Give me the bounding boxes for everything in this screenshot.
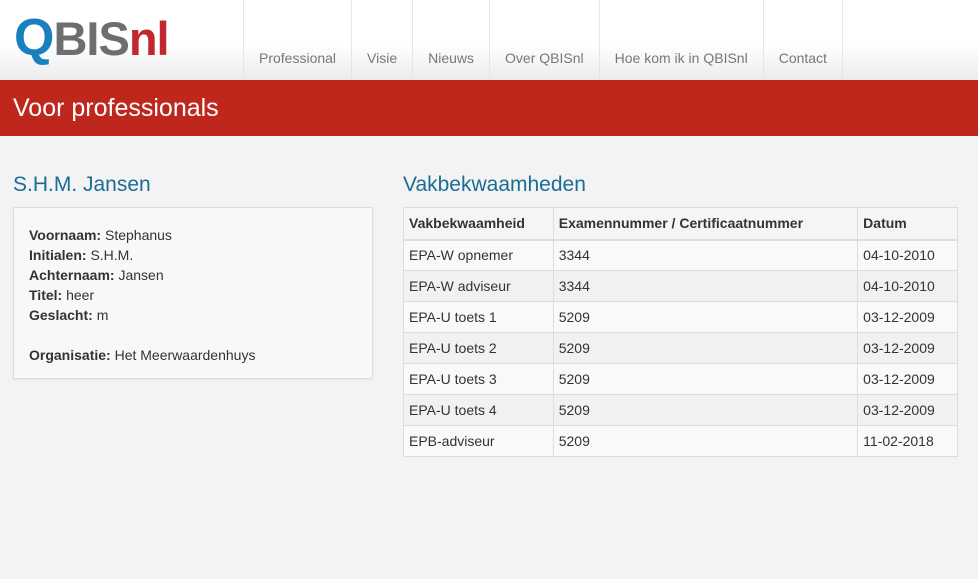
table-cell: 5209 — [552, 394, 859, 426]
field-value: S.H.M. — [90, 247, 134, 263]
logo-q: Q — [14, 9, 54, 67]
field-value: Jansen — [118, 267, 164, 283]
nav-professional[interactable]: Professional — [243, 0, 351, 80]
logo-bis: BIS — [53, 12, 129, 65]
table-row: EPA-U toets 2 5209 03-12-2009 — [403, 332, 958, 364]
table-cell: EPA-U toets 1 — [403, 301, 554, 333]
table-cell: EPA-U toets 3 — [403, 363, 554, 395]
field-value: m — [96, 307, 109, 323]
field-voornaam: Voornaam: Stephanus — [29, 225, 357, 245]
field-geslacht: Geslacht: m — [29, 305, 357, 325]
table-cell: EPB-adviseur — [403, 425, 554, 457]
table-row: EPA-U toets 4 5209 03-12-2009 — [403, 394, 958, 426]
table-cell: 03-12-2009 — [857, 301, 958, 333]
table-cell: 3344 — [552, 270, 859, 302]
field-value: heer — [66, 287, 95, 303]
table-cell: 03-12-2009 — [857, 332, 958, 364]
nav-visie[interactable]: Visie — [351, 0, 412, 80]
table-header-row: Vakbekwaamheid Examennummer / Certificaa… — [403, 207, 958, 241]
column-header-datum: Datum — [857, 207, 958, 241]
table-cell: 5209 — [552, 301, 859, 333]
table-cell: 04-10-2010 — [857, 270, 958, 302]
field-label: Titel: — [29, 287, 63, 303]
table-cell: 5209 — [552, 425, 859, 457]
field-value: Stephanus — [104, 227, 172, 243]
table-row: EPA-U toets 3 5209 03-12-2009 — [403, 363, 958, 395]
nav-over-qbisnl[interactable]: Over QBISnl — [489, 0, 599, 80]
column-header-vakbekwaamheid: Vakbekwaamheid — [403, 207, 554, 241]
main-nav: Professional Visie Nieuws Over QBISnl Ho… — [243, 0, 843, 80]
nav-hoe-kom-ik-in[interactable]: Hoe kom ik in QBISnl — [598, 0, 763, 80]
field-label: Achternaam: — [29, 267, 115, 283]
site-header: QBISnl Professional Visie Nieuws Over QB… — [0, 0, 978, 80]
table-row: EPA-U toets 1 5209 03-12-2009 — [403, 301, 958, 333]
table-cell: 03-12-2009 — [857, 363, 958, 395]
skills-heading: Vakbekwaamheden — [403, 173, 586, 196]
field-initialen: Initialen: S.H.M. — [29, 245, 357, 265]
table-row: EPA-W opnemer 3344 04-10-2010 — [403, 239, 958, 271]
table-cell: 04-10-2010 — [857, 239, 958, 271]
table-cell: 5209 — [552, 332, 859, 364]
field-label: Initialen: — [29, 247, 87, 263]
table-cell: 03-12-2009 — [857, 394, 958, 426]
table-cell: 11-02-2018 — [857, 425, 958, 457]
page-banner: Voor professionals — [0, 80, 978, 136]
field-achternaam: Achternaam: Jansen — [29, 265, 357, 285]
person-details-panel: Voornaam: Stephanus Initialen: S.H.M. Ac… — [13, 207, 373, 379]
nav-contact[interactable]: Contact — [762, 0, 843, 80]
page-title: Voor professionals — [13, 94, 219, 122]
table-cell: EPA-U toets 2 — [403, 332, 554, 364]
field-titel: Titel: heer — [29, 285, 357, 305]
field-label: Voornaam: — [29, 227, 102, 243]
field-value: Het Meerwaardenhuys — [114, 347, 256, 363]
table-cell: EPA-U toets 4 — [403, 394, 554, 426]
table-cell: EPA-W adviseur — [403, 270, 554, 302]
table-cell: 5209 — [552, 363, 859, 395]
column-header-examennummer: Examennummer / Certificaatnummer — [552, 207, 859, 241]
table-row: EPA-W adviseur 3344 04-10-2010 — [403, 270, 958, 302]
table-row: EPB-adviseur 5209 11-02-2018 — [403, 425, 958, 457]
field-organisatie: Organisatie: Het Meerwaardenhuys — [29, 345, 357, 365]
qbisnl-logo[interactable]: QBISnl — [14, 9, 170, 67]
person-name-heading: S.H.M. Jansen — [13, 173, 151, 196]
field-label: Geslacht: — [29, 307, 93, 323]
table-cell: 3344 — [552, 239, 859, 271]
logo-nl: nl — [128, 12, 170, 65]
field-label: Organisatie: — [29, 347, 111, 363]
table-cell: EPA-W opnemer — [403, 239, 554, 271]
nav-nieuws[interactable]: Nieuws — [412, 0, 489, 80]
skills-table: Vakbekwaamheid Examennummer / Certificaa… — [403, 207, 958, 457]
